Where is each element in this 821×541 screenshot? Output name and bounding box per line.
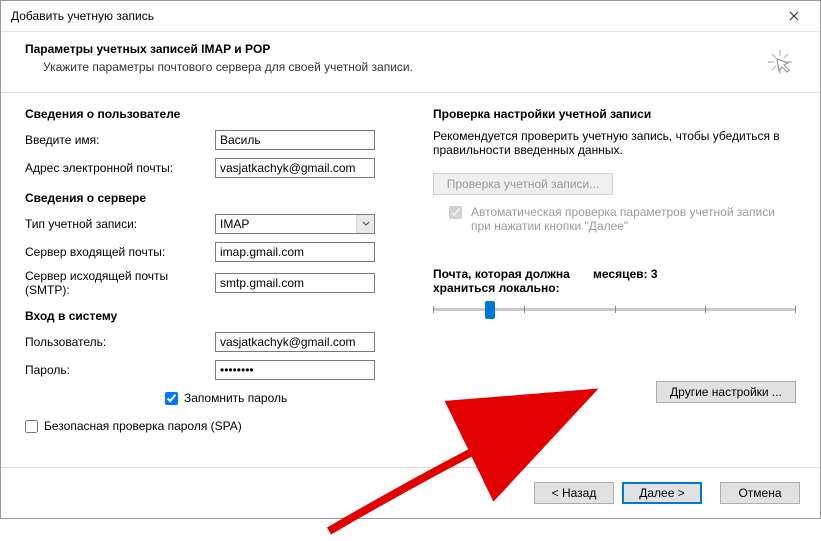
chevron-down-icon [362,221,370,227]
password-input[interactable] [215,360,375,380]
spa-row: Безопасная проверка пароля (SPA) [25,419,405,433]
name-input[interactable] [215,130,375,150]
test-description: Рекомендуется проверить учетную запись, … [433,129,796,157]
remember-checkbox[interactable] [165,392,178,405]
user-input[interactable] [215,332,375,352]
mail-keep-row: Почта, которая должна храниться локально… [433,267,796,295]
auto-test-checkbox[interactable] [449,206,462,219]
section-user: Сведения о пользователе [25,107,405,121]
email-label: Адрес электронной почты: [25,161,215,175]
outgoing-input[interactable] [215,273,375,293]
email-input[interactable] [215,158,375,178]
close-button[interactable] [774,2,814,30]
next-button[interactable]: Далее > [622,482,702,504]
months-label: месяцев: 3 [593,267,658,295]
header-text: Параметры учетных записей IMAP и POP Ука… [25,42,764,74]
mail-keep-slider[interactable] [433,297,796,323]
mail-keep-label: Почта, которая должна храниться локально… [433,267,583,295]
dropdown-button[interactable] [356,215,374,233]
header-title: Параметры учетных записей IMAP и POP [25,42,764,56]
close-icon [789,11,799,21]
dialog-window: Добавить учетную запись Параметры учетны… [0,0,821,519]
remember-row: Запомнить пароль [165,391,405,405]
cursor-click-icon [764,46,796,78]
section-test: Проверка настройки учетной записи [433,107,796,121]
auto-test-label: Автоматическая проверка параметров учетн… [471,205,796,233]
right-column: Проверка настройки учетной записи Рекоме… [433,107,796,459]
section-login: Вход в систему [25,309,405,323]
more-settings-button[interactable]: Другие настройки ... [656,381,796,403]
window-title: Добавить учетную запись [7,9,774,23]
outgoing-label: Сервер исходящей почты (SMTP): [25,269,215,297]
test-account-button[interactable]: Проверка учетной записи... [433,173,613,195]
name-label: Введите имя: [25,133,215,147]
incoming-input[interactable] [215,242,375,262]
footer: < Назад Далее > Отмена [1,467,820,518]
user-label: Пользователь: [25,335,215,349]
password-label: Пароль: [25,363,215,377]
account-type-select[interactable]: IMAP [215,214,375,234]
account-type-label: Тип учетной записи: [25,217,215,231]
slider-thumb[interactable] [485,301,495,319]
spa-label: Безопасная проверка пароля (SPA) [44,419,242,433]
slider-tick [524,306,525,313]
slider-tick [705,306,706,313]
slider-tick [433,306,434,313]
slider-tick [615,306,616,313]
auto-test-row: Автоматическая проверка параметров учетн… [445,205,796,233]
remember-label: Запомнить пароль [184,391,287,405]
header: Параметры учетных записей IMAP и POP Ука… [1,32,820,92]
left-column: Сведения о пользователе Введите имя: Адр… [25,107,405,459]
incoming-label: Сервер входящей почты: [25,245,215,259]
body: Сведения о пользователе Введите имя: Адр… [1,93,820,467]
slider-tick [795,306,796,313]
cancel-button[interactable]: Отмена [720,482,800,504]
header-subtitle: Укажите параметры почтового сервера для … [43,60,764,74]
titlebar: Добавить учетную запись [1,1,820,32]
section-server: Сведения о сервере [25,191,405,205]
account-type-value: IMAP [216,217,356,231]
back-button[interactable]: < Назад [534,482,614,504]
spa-checkbox[interactable] [25,420,38,433]
